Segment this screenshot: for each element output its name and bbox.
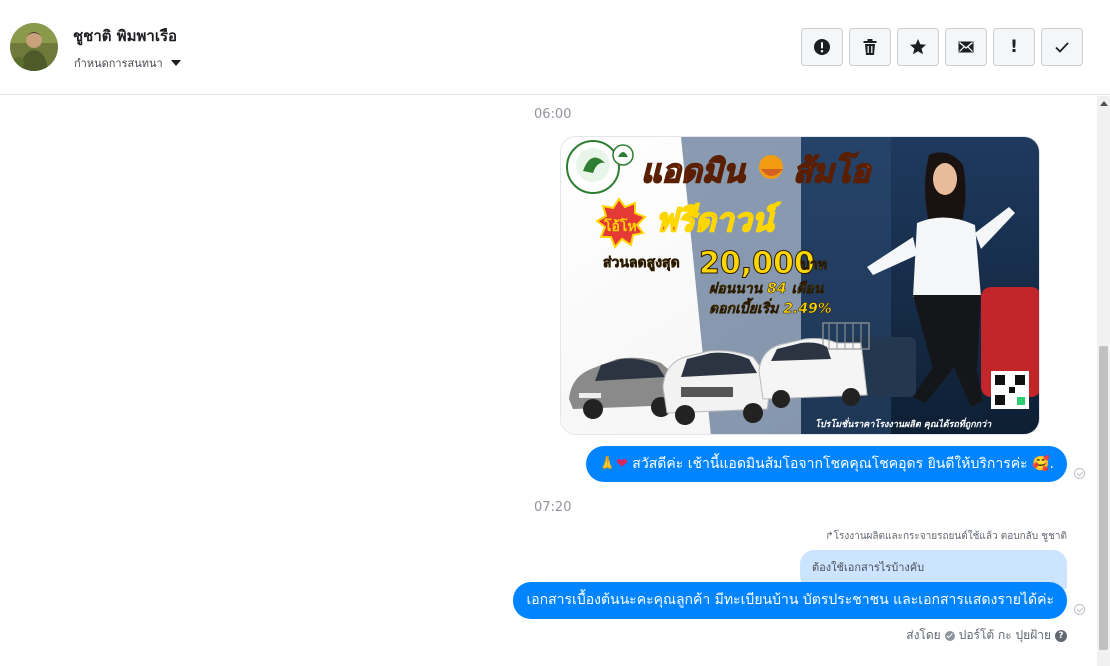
mark-done-button[interactable] bbox=[1041, 28, 1083, 66]
message-text: สวัสดีค่ะ เช้านี้แอดมินส้มโอจากโชคคุณโชค… bbox=[627, 456, 1033, 472]
ad-installment: ผ่อนนาน 84 เดือน bbox=[709, 280, 825, 297]
help-icon[interactable]: ? bbox=[1055, 629, 1067, 642]
sent-by-label: ส่งโดย bbox=[906, 628, 941, 642]
pray-emoji-icon: 🙏 bbox=[598, 456, 617, 472]
scrollbar-thumb[interactable] bbox=[1099, 346, 1108, 650]
outgoing-message[interactable]: 🙏❤ สวัสดีค่ะ เช้านี้แอดมินส้มโอจากโชคคุณ… bbox=[585, 446, 1067, 482]
message-thread: 06:00 แอดมิน ส้มโอ โอ้โห ฟรีดาวน์ ส่วนลด… bbox=[0, 96, 1097, 666]
seen-check-icon bbox=[1074, 468, 1085, 479]
verified-check-icon bbox=[944, 630, 955, 641]
ad-discount-unit: บาท bbox=[801, 257, 827, 273]
contact-name: ชูชาติ พิมพาเรือ bbox=[73, 27, 178, 45]
timestamp: 06:00 bbox=[534, 107, 572, 122]
scroll-up-arrow-icon[interactable] bbox=[1100, 101, 1108, 106]
reply-context-label: ↱โรงงานผลิตและกระจายรถยนต์ใช้แล้ว ตอบกลั… bbox=[825, 531, 1067, 542]
conversation-header: ชูชาติ พิมพาเรือ กำหนดการสนทนา ! bbox=[0, 0, 1110, 95]
envelope-icon bbox=[958, 41, 974, 53]
chevron-down-icon bbox=[170, 60, 181, 66]
check-icon bbox=[1055, 42, 1069, 53]
star-button[interactable] bbox=[897, 28, 939, 66]
sent-by-name: ปอร์โต้ กะ ปุยฝ้าย bbox=[958, 628, 1051, 642]
star-icon bbox=[910, 39, 926, 55]
assign-conversation-dropdown[interactable]: กำหนดการสนทนา bbox=[74, 54, 181, 72]
smiling-hearts-emoji-icon: 🥰. bbox=[1032, 456, 1054, 472]
outgoing-message[interactable]: เอกสารเบื้องต้นนะคะคุณลูกค้า มีทะเบียนบ้… bbox=[513, 582, 1067, 619]
exclamation-icon: ! bbox=[1010, 36, 1018, 57]
assign-label: กำหนดการสนทนา bbox=[74, 57, 163, 70]
ad-discount-amount: 20,000 bbox=[699, 246, 815, 281]
mark-unread-button[interactable] bbox=[945, 28, 987, 66]
promo-image-attachment[interactable]: แอดมิน ส้มโอ โอ้โห ฟรีดาวน์ ส่วนลดสูงสุด… bbox=[560, 136, 1040, 435]
ad-discount-label: ส่วนลดสูงสุด bbox=[603, 255, 680, 271]
ad-headline: ฟรีดาวน์ bbox=[655, 201, 781, 239]
mark-spam-button[interactable] bbox=[801, 28, 843, 66]
alert-circle-icon bbox=[814, 39, 830, 55]
scrollbar[interactable] bbox=[1097, 96, 1110, 666]
timestamp: 07:20 bbox=[534, 500, 572, 515]
delete-button[interactable] bbox=[849, 28, 891, 66]
ad-title-right: ส้มโอ bbox=[793, 152, 872, 190]
seen-check-icon bbox=[1074, 604, 1085, 615]
avatar[interactable] bbox=[10, 23, 58, 71]
trash-icon bbox=[863, 39, 877, 55]
ad-title-left: แอดมิน bbox=[641, 152, 746, 190]
heart-emoji-icon: ❤ bbox=[616, 456, 628, 472]
follow-up-button[interactable]: ! bbox=[993, 28, 1035, 66]
sent-by-info: ส่งโดย ปอร์โต้ กะ ปุยฝ้าย ? bbox=[906, 626, 1067, 645]
ad-badge: โอ้โห bbox=[603, 217, 637, 235]
conversation-actions: ! bbox=[801, 28, 1083, 66]
